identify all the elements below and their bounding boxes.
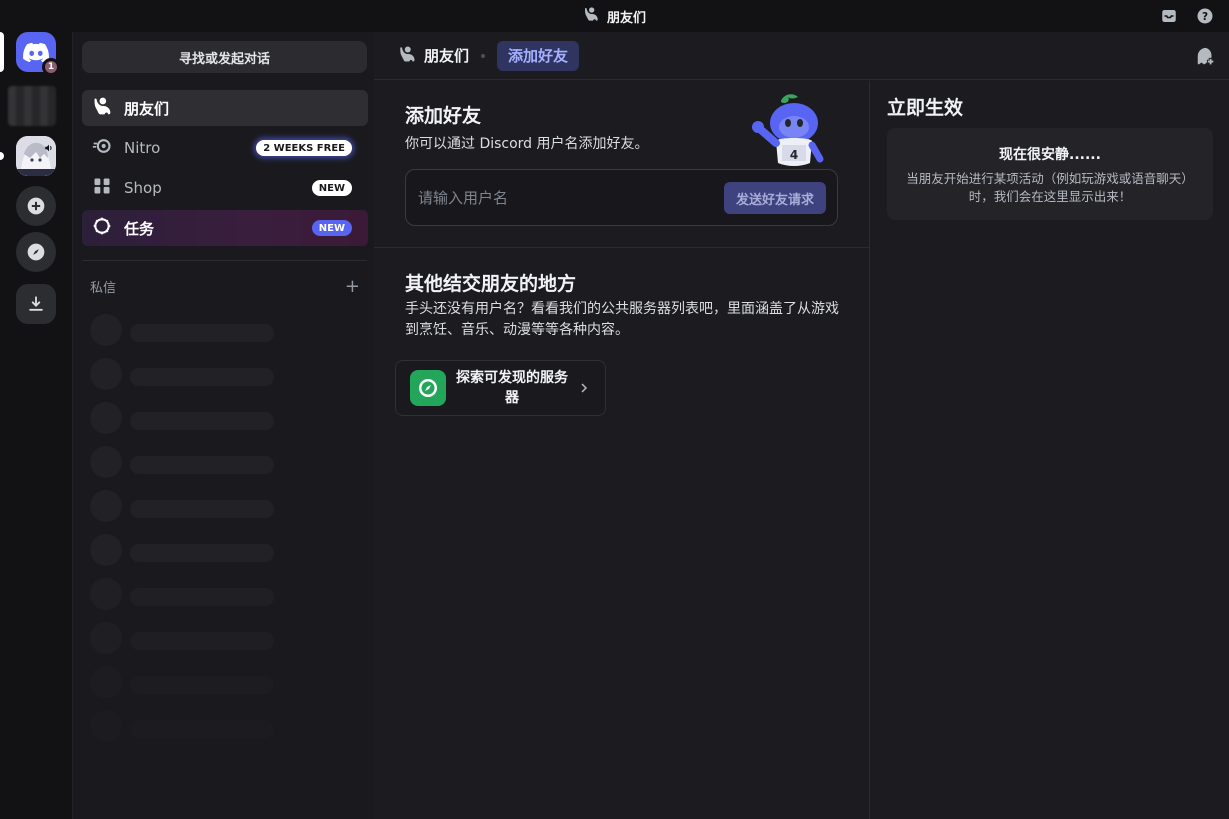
download-apps-button[interactable] bbox=[16, 284, 56, 324]
new-group-dm-icon[interactable] bbox=[1195, 46, 1217, 72]
friends-heading: 朋友们 bbox=[398, 45, 469, 67]
dm-placeholder bbox=[90, 534, 360, 568]
sidebar-item-label: Nitro bbox=[124, 139, 161, 157]
plus-circle-icon bbox=[27, 197, 45, 215]
selected-indicator bbox=[0, 32, 4, 72]
friends-icon bbox=[92, 96, 112, 120]
dm-placeholder bbox=[90, 358, 360, 392]
dm-placeholder bbox=[90, 710, 360, 744]
tab-add-friend[interactable]: 添加好友 bbox=[497, 40, 580, 71]
svg-text:4: 4 bbox=[790, 148, 798, 162]
create-dm-plus-icon[interactable]: + bbox=[345, 276, 360, 297]
sidebar-divider bbox=[82, 260, 367, 261]
other-places-title: 其他结交朋友的地方 bbox=[405, 273, 577, 295]
dm-placeholder bbox=[90, 622, 360, 656]
dm-placeholder bbox=[90, 666, 360, 700]
quests-icon bbox=[92, 216, 112, 240]
friends-heading-text: 朋友们 bbox=[424, 47, 470, 65]
inbox-icon[interactable] bbox=[1159, 6, 1179, 26]
sidebar-item-nitro[interactable]: Nitro 2 WEEKS FREE bbox=[82, 130, 368, 166]
compass-icon bbox=[27, 243, 45, 261]
nitro-icon bbox=[92, 136, 112, 160]
active-now-title: 立即生效 bbox=[887, 97, 964, 119]
sidebar-item-friends[interactable]: 朋友们 bbox=[82, 90, 368, 126]
find-conversation-button[interactable]: 寻找或发起对话 bbox=[82, 41, 367, 73]
sidebar-item-shop[interactable]: Shop NEW bbox=[82, 170, 368, 206]
shop-new-badge: NEW bbox=[311, 180, 352, 196]
dm-placeholder bbox=[90, 446, 360, 480]
wumpus-mascot-illustration: 4 bbox=[736, 93, 832, 173]
friends-topbar: 朋友们 添加好友 bbox=[374, 32, 1229, 80]
help-icon[interactable]: ? bbox=[1195, 6, 1215, 26]
dm-sidebar: 寻找或发起对话 朋友们 Nitro 2 WEEKS FREE Shop NEW bbox=[72, 32, 374, 819]
explore-servers-button[interactable] bbox=[16, 232, 56, 272]
add-server-button[interactable] bbox=[16, 186, 56, 226]
server-rail: 1 bbox=[0, 32, 72, 819]
quests-new-badge: NEW bbox=[311, 220, 352, 236]
home-button[interactable]: 1 bbox=[16, 32, 60, 76]
active-now-panel: 立即生效 现在很安静...... 当朋友开始进行某项活动（例如玩游戏或语音聊天）… bbox=[869, 81, 1229, 819]
dm-placeholder bbox=[90, 578, 360, 612]
active-now-empty-card: 现在很安静...... 当朋友开始进行某项活动（例如玩游戏或语音聊天）时，我们会… bbox=[887, 128, 1213, 220]
dm-placeholder bbox=[90, 402, 360, 436]
other-places-description: 手头还没有用户名？看看我们的公共服务器列表吧，里面涵盖了从游戏到烹饪、音乐、动漫… bbox=[405, 301, 839, 338]
sidebar-item-label: Shop bbox=[124, 179, 162, 197]
username-input[interactable] bbox=[418, 188, 708, 207]
svg-text:?: ? bbox=[1202, 11, 1208, 23]
server-icon-blurred[interactable] bbox=[8, 86, 56, 126]
add-friend-panel: 添加好友 你可以通过 Discord 用户名添加好友。 4 请输入用户名 发送好… bbox=[374, 81, 869, 819]
speaker-icon bbox=[44, 138, 54, 157]
separator-dot bbox=[481, 53, 486, 58]
discord-app: 朋友们 ? 1 寻找或发起对话 朋友们 Nitro 2 WEEKS FREE S… bbox=[0, 0, 1229, 819]
server-icon-avatar[interactable] bbox=[16, 136, 56, 176]
download-icon bbox=[29, 296, 43, 311]
section-divider bbox=[374, 247, 869, 248]
direct-messages-label: 私信 bbox=[90, 281, 117, 296]
window-title: 朋友们 bbox=[583, 6, 646, 26]
active-now-empty-description: 当朋友开始进行某项活动（例如玩游戏或语音聊天）时，我们会在这里显示出来！ bbox=[906, 171, 1194, 204]
sidebar-item-label: 任务 bbox=[124, 219, 155, 238]
title-bar: 朋友们 ? bbox=[0, 0, 1229, 32]
sidebar-item-label: 朋友们 bbox=[124, 99, 170, 118]
friends-icon bbox=[583, 6, 599, 26]
dm-placeholder bbox=[90, 490, 360, 524]
friends-icon bbox=[398, 45, 416, 67]
chevron-right-icon bbox=[578, 379, 590, 398]
compass-icon bbox=[410, 370, 446, 406]
active-now-empty-title: 现在很安静...... bbox=[999, 147, 1101, 163]
unread-indicator bbox=[0, 152, 4, 160]
sidebar-item-quests[interactable]: 任务 NEW bbox=[82, 210, 368, 246]
shop-icon bbox=[92, 176, 112, 200]
window-title-text: 朋友们 bbox=[606, 10, 646, 26]
explore-servers-label: 探索可发现的服务器 bbox=[456, 370, 568, 406]
unread-badge: 1 bbox=[42, 58, 60, 76]
add-friend-title: 添加好友 bbox=[405, 105, 482, 127]
username-input-container: 发送好友请求 bbox=[405, 169, 838, 226]
main-content: 朋友们 添加好友 添加好友 你可以通过 Discord 用户名添加好友。 4 请… bbox=[374, 32, 1229, 819]
add-friend-subtitle: 你可以通过 Discord 用户名添加好友。 bbox=[405, 136, 649, 152]
direct-messages-header: 私信 + bbox=[90, 276, 360, 297]
nitro-trial-badge: 2 WEEKS FREE bbox=[256, 140, 352, 156]
explore-servers-card[interactable]: 探索可发现的服务器 bbox=[395, 360, 606, 416]
dm-placeholder bbox=[90, 314, 360, 348]
send-friend-request-button[interactable]: 发送好友请求 bbox=[723, 182, 826, 214]
